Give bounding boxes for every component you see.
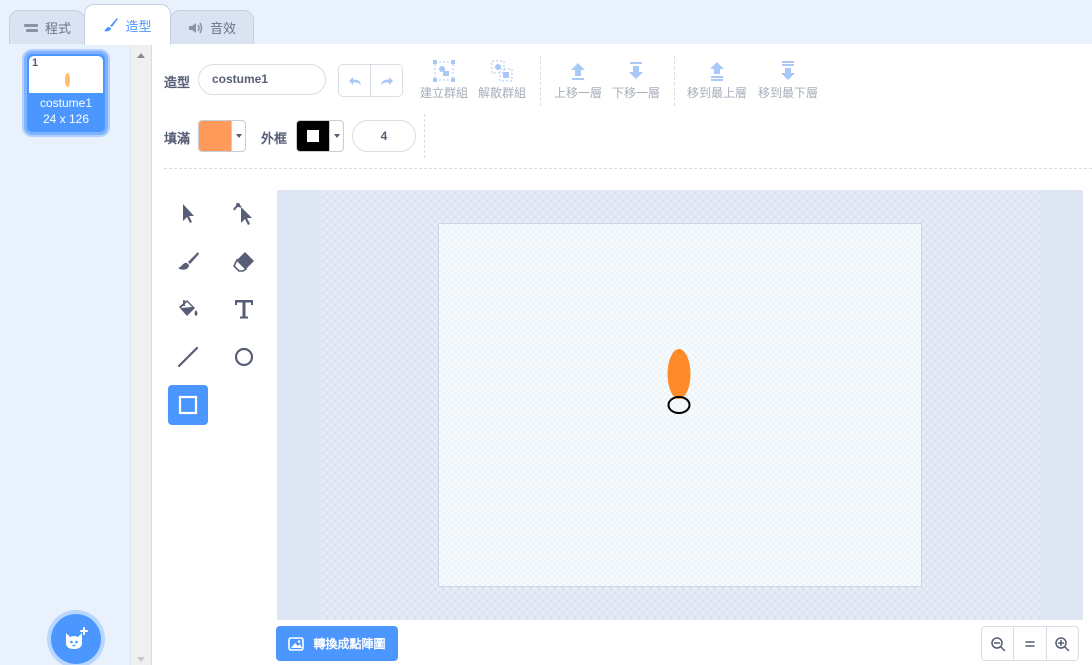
select-tool[interactable] <box>168 193 208 233</box>
zoom-out-icon <box>990 636 1005 651</box>
zoom-in-button[interactable] <box>1045 627 1078 660</box>
costume-shape[interactable] <box>665 348 695 420</box>
tab-costumes-label: 造型 <box>125 18 152 34</box>
toolbar-divider <box>540 56 541 106</box>
code-icon <box>23 23 38 32</box>
tab-sounds[interactable]: 音效 <box>170 10 254 44</box>
tab-code[interactable]: 程式 <box>9 10 85 44</box>
speaker-icon <box>188 22 203 33</box>
costume-size: 24 x 126 <box>42 112 90 126</box>
front-label: 移到最上層 <box>686 86 747 100</box>
scroll-down-arrow[interactable] <box>137 657 145 662</box>
zoom-in-icon <box>1055 636 1070 651</box>
outline-inner-square <box>307 130 319 142</box>
outline-dropdown[interactable] <box>329 121 343 151</box>
tab-costumes[interactable]: 造型 <box>84 4 171 45</box>
cat-plus-icon <box>66 627 88 649</box>
redo-button[interactable] <box>371 65 402 96</box>
costume-name: costume1 <box>39 96 93 110</box>
group-label: 建立群組 <box>419 86 468 100</box>
text-t-icon <box>235 300 253 319</box>
back-button[interactable]: 移到最下層 <box>750 60 826 101</box>
ungroup-icon <box>491 60 513 82</box>
flame-shape[interactable] <box>667 349 691 399</box>
brush-icon <box>178 252 199 270</box>
circle-tool[interactable] <box>224 337 264 377</box>
fill-color-swatch <box>199 121 231 151</box>
chevron-down-icon <box>235 134 242 138</box>
send-to-back-icon <box>781 61 795 80</box>
paint-canvas-area[interactable] <box>277 190 1083 620</box>
redo-icon <box>380 76 393 85</box>
backward-button[interactable]: 下移一層 <box>601 60 671 101</box>
stroke-width-input[interactable]: 4 <box>352 120 416 152</box>
arrow-down-icon <box>629 62 643 79</box>
chevron-down-icon <box>333 134 340 138</box>
group-icon <box>433 60 455 82</box>
ungroup-label: 解散群組 <box>477 86 526 100</box>
rectangle-icon <box>178 395 198 415</box>
line-tool[interactable] <box>168 337 208 377</box>
costume-thumbnail: 1 <box>29 56 103 93</box>
convert-label: 轉換成點陣圖 <box>313 637 386 651</box>
tab-code-label: 程式 <box>44 21 71 36</box>
reshape-tool[interactable] <box>224 193 264 233</box>
undo-icon <box>348 76 361 85</box>
outline-color-swatch <box>297 121 329 151</box>
scroll-up-arrow[interactable] <box>137 53 145 58</box>
toolbar-divider <box>674 56 675 106</box>
eraser-tool[interactable] <box>224 241 264 281</box>
rectangle-tool[interactable] <box>168 385 208 425</box>
costume-name-label: 造型 <box>164 75 191 90</box>
fill-dropdown[interactable] <box>231 121 245 151</box>
forward-label: 上移一層 <box>553 86 602 100</box>
line-icon <box>177 346 199 368</box>
fill-label: 填滿 <box>164 131 191 146</box>
circle-icon <box>234 347 254 367</box>
text-tool[interactable] <box>224 289 264 329</box>
undo-button[interactable] <box>339 65 371 96</box>
zoom-reset-button[interactable] <box>1013 627 1045 660</box>
back-label: 移到最下層 <box>757 86 818 100</box>
artboard[interactable] <box>438 223 922 587</box>
paint-editor: 造型 costume1 建立群組 解散群組 上移一層 下移一層 移到最上層 移到… <box>152 44 1092 665</box>
arrow-up-icon <box>571 63 585 80</box>
costume-name-input[interactable]: costume1 <box>198 64 326 95</box>
tab-bar: 程式 造型 音效 <box>0 0 1092 45</box>
zoom-out-button[interactable] <box>982 627 1013 660</box>
reshape-icon <box>233 203 252 225</box>
front-button[interactable]: 移到最上層 <box>679 60 755 101</box>
ungroup-button[interactable]: 解散群組 <box>467 60 537 101</box>
add-costume-button[interactable] <box>51 614 101 664</box>
paint-bucket-icon <box>179 300 198 316</box>
select-arrow-icon <box>183 204 194 223</box>
undo-redo-group <box>338 64 403 97</box>
outlined-ellipse[interactable] <box>667 396 691 414</box>
toolbar-bottom-divider <box>164 168 1092 169</box>
backward-label: 下移一層 <box>611 86 660 100</box>
fill-color-picker[interactable] <box>198 120 246 152</box>
image-icon <box>288 636 305 651</box>
costume-list: 1 costume1 24 x 126 <box>0 44 152 665</box>
brush-tool[interactable] <box>168 241 208 281</box>
costume-list-scrollbar[interactable] <box>130 44 151 665</box>
brush-icon <box>104 18 119 32</box>
tab-sounds-label: 音效 <box>209 21 236 36</box>
toolbar-divider <box>424 114 425 158</box>
convert-to-bitmap-button[interactable]: 轉換成點陣圖 <box>276 626 398 661</box>
costume-number: 1 <box>32 57 39 69</box>
outline-label: 外框 <box>261 131 288 146</box>
outline-color-picker[interactable] <box>296 120 344 152</box>
costume-item[interactable]: 1 costume1 24 x 126 <box>24 51 108 135</box>
zoom-reset-icon <box>1025 640 1035 647</box>
zoom-controls <box>981 626 1079 661</box>
eraser-icon <box>233 252 254 272</box>
costume-preview-shape <box>65 73 70 87</box>
bring-to-front-icon <box>710 62 724 81</box>
fill-tool[interactable] <box>168 289 208 329</box>
